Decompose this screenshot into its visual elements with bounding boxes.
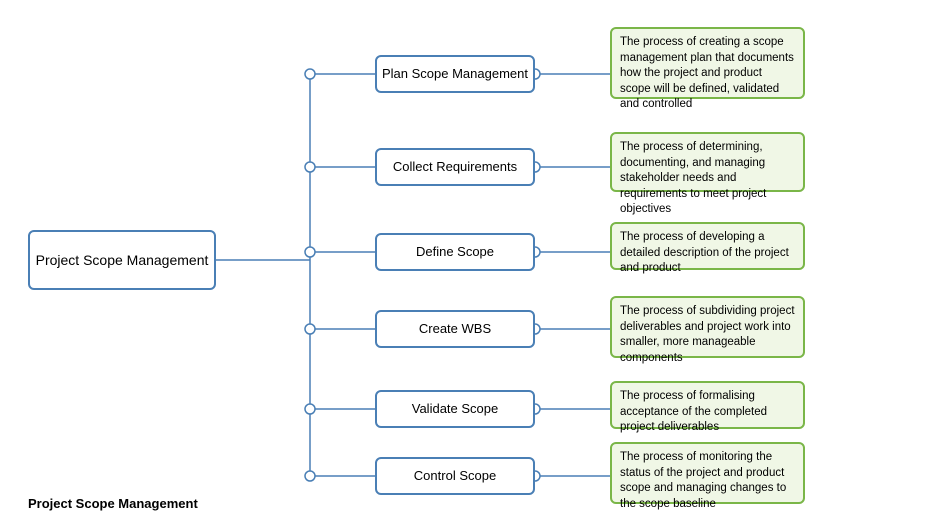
desc-node-plan-scope: The process of creating a scope manageme…: [610, 27, 805, 99]
desc-node-validate-scope: The process of formalising acceptance of…: [610, 381, 805, 429]
child-node-define-scope: Define Scope: [375, 233, 535, 271]
desc-text: The process of subdividing project deliv…: [620, 305, 795, 364]
desc-text: The process of formalising acceptance of…: [620, 390, 767, 433]
desc-node-control-scope: The process of monitoring the status of …: [610, 442, 805, 504]
diagram-container: Project Scope Management Plan Scope Mana…: [0, 0, 945, 523]
desc-node-collect-req: The process of determining, documenting,…: [610, 132, 805, 192]
child-node-label: Control Scope: [414, 468, 496, 485]
desc-node-define-scope: The process of developing a detailed des…: [610, 222, 805, 270]
root-node: Project Scope Management: [28, 230, 216, 290]
desc-text: The process of determining, documenting,…: [620, 141, 766, 215]
desc-text: The process of creating a scope manageme…: [620, 36, 794, 110]
child-node-control-scope: Control Scope: [375, 457, 535, 495]
desc-text: The process of monitoring the status of …: [620, 451, 786, 510]
child-node-label: Validate Scope: [412, 401, 499, 418]
child-node-label: Collect Requirements: [393, 159, 517, 176]
bottom-label: Project Scope Management: [28, 496, 198, 511]
child-node-plan-scope: Plan Scope Management: [375, 55, 535, 93]
child-node-label: Create WBS: [419, 321, 491, 338]
desc-text: The process of developing a detailed des…: [620, 231, 789, 274]
child-node-label: Define Scope: [416, 244, 494, 261]
child-node-collect-req: Collect Requirements: [375, 148, 535, 186]
child-node-label: Plan Scope Management: [382, 66, 528, 83]
root-node-label: Project Scope Management: [36, 251, 209, 269]
child-node-create-wbs: Create WBS: [375, 310, 535, 348]
child-node-validate-scope: Validate Scope: [375, 390, 535, 428]
desc-node-create-wbs: The process of subdividing project deliv…: [610, 296, 805, 358]
